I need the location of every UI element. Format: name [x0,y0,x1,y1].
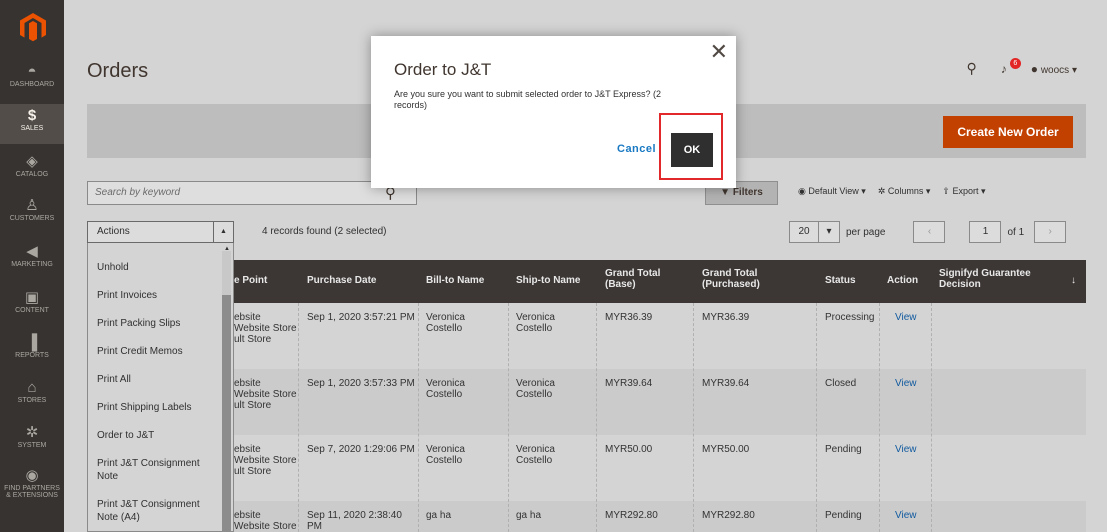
column-header-grand-total-base[interactable]: Grand Total (Base) [605,268,677,290]
search-input[interactable]: Search by keyword [87,181,417,205]
nav-customers[interactable]: ♙ CUSTOMERS [0,198,64,228]
column-divider [879,303,880,532]
user-menu[interactable]: ● woocs ▾ [1031,62,1077,76]
nav-dashboard[interactable]: ◓ DASHBOARD [0,64,64,94]
nav-catalog[interactable]: ◈ CATALOG [0,154,64,184]
column-divider [508,303,509,532]
page-title: Orders [87,60,149,82]
column-header-signifyd[interactable]: Signifyd Guarantee Decision [939,268,1049,290]
column-divider [931,303,932,532]
nav-reports[interactable]: ▐ REPORTS [0,335,64,365]
scroll-up-arrow-icon[interactable]: ▲ [224,246,230,252]
grid-header: e Point Purchase Date Bill-to Name Ship-… [234,260,1086,303]
export-dropdown[interactable]: ⇪ Export ▾ [942,186,985,197]
header-actions: ⚲ ♪ 6 ● woocs ▾ [967,57,1077,77]
column-divider [816,303,817,532]
storefront-icon: ⌂ [27,379,37,396]
create-new-order-button[interactable]: Create New Order [943,116,1073,148]
action-print-invoices[interactable]: Print Invoices [97,289,215,302]
gear-icon: ✲ [877,186,886,196]
column-header-bill-to[interactable]: Bill-to Name [426,275,484,286]
column-header-purchase-date[interactable]: Purchase Date [307,275,376,286]
table-row[interactable]: ebsite Website Store ult Store Sep 1, 20… [234,303,1086,369]
column-header-action: Action [887,275,919,286]
column-divider [693,303,694,532]
page-number-input[interactable]: 1 [969,221,1002,243]
user-icon: ● [1030,61,1039,76]
export-icon: ⇪ [942,186,950,196]
funnel-icon: ▼ [720,187,731,198]
person-icon: ♙ [25,197,39,214]
speedometer-icon: ◓ [27,63,37,80]
view-link[interactable]: View [895,312,917,323]
view-link[interactable]: View [895,444,917,455]
view-link[interactable]: View [895,378,917,389]
confirm-modal: ✕ Order to J&T Are you sure you want to … [371,36,736,188]
action-print-jt-consignment-note-a4[interactable]: Print J&T Consignment Note (A4) [97,498,215,524]
nav-stores[interactable]: ⌂ STORES [0,380,64,410]
column-divider [418,303,419,532]
column-header-ship-to[interactable]: Ship-to Name [516,275,580,286]
action-print-credit-memos[interactable]: Print Credit Memos [97,345,215,358]
nav-sales[interactable]: $ SALES [0,104,64,144]
records-count: 4 records found (2 selected) [262,226,387,237]
close-icon[interactable]: ✕ [710,39,728,65]
columns-dropdown[interactable]: ✲ Columns ▾ [878,186,931,197]
megaphone-icon: ◀ [26,243,38,260]
bar-chart-icon: ▐ [26,334,38,351]
nav-find-partners[interactable]: ◉ FIND PARTNERS & EXTENSIONS [0,468,64,508]
mass-actions-select[interactable]: Actions ▲ [87,221,234,243]
next-page-button[interactable]: › [1034,221,1067,243]
per-page-caret[interactable]: ▾ [818,221,840,243]
magento-logo-icon[interactable] [19,12,47,42]
dropdown-scrollbar-thumb[interactable] [222,295,231,532]
nav-system[interactable]: ✲ SYSTEM [0,425,64,455]
mass-actions-menu: Unhold Print Invoices Print Packing Slip… [87,243,234,532]
action-print-all[interactable]: Print All [97,373,215,386]
nav-marketing[interactable]: ◀ MARKETING [0,244,64,274]
pagination: 20 ▾ per page ‹ 1 of 1 › [789,221,1067,243]
table-row[interactable]: ebsite Website Store ult Store Sep 7, 20… [234,435,1086,501]
caret-up-icon: ▲ [213,222,233,242]
prev-page-button[interactable]: ‹ [913,221,946,243]
grid-toolbar: ◉ Default View ▾ ✲ Columns ▾ ⇪ Export ▾ [798,186,986,197]
modal-message: Are you sure you want to submit selected… [394,89,661,110]
box-icon: ◉ [25,467,39,484]
column-header-purchase-point[interactable]: e Point [234,275,267,286]
dollar-icon: $ [27,107,37,124]
default-view-dropdown[interactable]: ◉ Default View ▾ [798,186,866,197]
action-unhold[interactable]: Unhold [97,261,215,274]
cancel-button[interactable]: Cancel [617,143,656,155]
search-icon[interactable]: ⚲ [967,60,977,77]
action-print-packing-slips[interactable]: Print Packing Slips [97,317,215,330]
table-row[interactable]: ebsite Website Store Sep 11, 2020 2:38:4… [234,501,1086,532]
gear-icon: ✲ [25,424,39,441]
cube-icon: ◈ [26,153,38,170]
notifications-bell[interactable]: ♪ 6 [1000,57,1021,76]
action-order-to-jt[interactable]: Order to J&T [97,429,215,442]
column-header-status[interactable]: Status [825,275,856,286]
layout-icon: ▣ [24,289,40,306]
modal-title: Order to J&T [394,60,492,79]
bell-icon: ♪ [1000,61,1007,76]
admin-sidebar: ◓ DASHBOARD $ SALES ◈ CATALOG ♙ CUSTOMER… [0,0,64,532]
per-page-value[interactable]: 20 [789,221,819,243]
action-print-shipping-labels[interactable]: Print Shipping Labels [97,401,215,414]
ok-button[interactable]: OK [671,133,713,167]
caret-down-icon: ▾ [1071,64,1077,76]
action-print-jt-consignment-note[interactable]: Print J&T Consignment Note [97,457,215,483]
table-row[interactable]: ebsite Website Store ult Store Sep 1, 20… [234,369,1086,435]
view-link[interactable]: View [895,510,917,521]
column-divider [298,303,299,532]
column-divider [596,303,597,532]
sort-arrow-icon[interactable]: ↓ [1071,275,1076,286]
column-header-grand-total-purchased[interactable]: Grand Total (Purchased) [702,268,772,290]
eye-icon: ◉ [798,186,806,196]
notification-count-badge: 6 [1009,57,1021,69]
nav-content[interactable]: ▣ CONTENT [0,290,64,320]
